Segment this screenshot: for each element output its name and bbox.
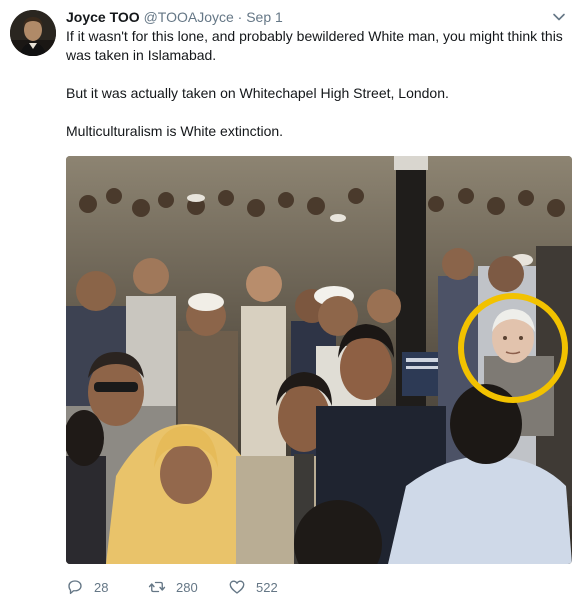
reply-icon — [68, 580, 82, 595]
tweet-paragraph: Multiculturalism is White extinction. — [66, 123, 284, 139]
reply-count: 28 — [94, 579, 109, 595]
avatar-portrait-image — [10, 10, 56, 56]
heart-icon — [229, 580, 245, 594]
tweet-date[interactable]: Sep 1 — [246, 9, 283, 25]
chevron-down-icon[interactable] — [552, 10, 566, 24]
tweet-photo[interactable] — [66, 156, 572, 564]
retweet-button[interactable]: 280 — [148, 578, 198, 596]
avatar[interactable] — [10, 10, 56, 56]
tweet-header: Joyce TOO @TOOAJoyce · Sep 1 — [66, 8, 283, 26]
separator-dot: · — [237, 9, 243, 25]
tweet-text: If it wasn't for this lone, and probably… — [66, 27, 566, 141]
retweet-count: 280 — [176, 579, 198, 595]
author-handle[interactable]: @TOOAJoyce — [144, 9, 234, 25]
retweet-icon — [148, 581, 166, 593]
like-count: 522 — [256, 579, 278, 595]
tweet-paragraph: But it was actually taken on Whitechapel… — [66, 85, 449, 101]
crowd-street-photo — [66, 156, 572, 564]
like-button[interactable]: 522 — [228, 578, 278, 596]
reply-button[interactable]: 28 — [66, 578, 108, 596]
author-display-name[interactable]: Joyce TOO — [66, 9, 140, 25]
tweet-paragraph: If it wasn't for this lone, and probably… — [66, 28, 563, 63]
